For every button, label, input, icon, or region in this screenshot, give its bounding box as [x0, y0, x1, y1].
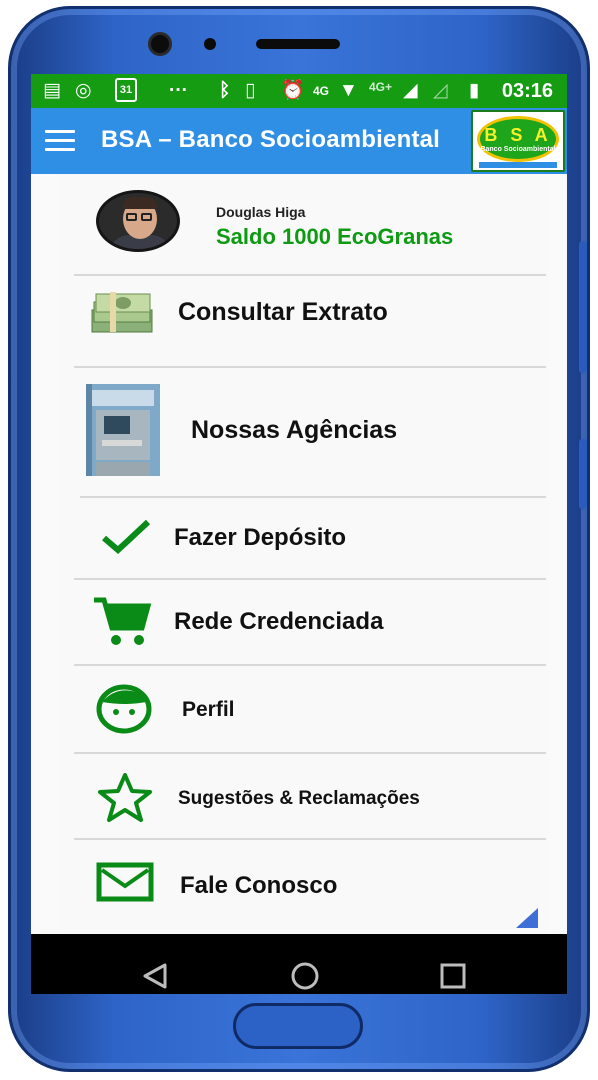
- battery-icon: ▮: [469, 80, 480, 101]
- recents-icon[interactable]: [439, 962, 467, 990]
- user-name: Douglas Higa: [216, 204, 306, 220]
- earpiece-speaker: [256, 39, 340, 49]
- money-icon: [91, 292, 153, 333]
- back-icon[interactable]: [141, 962, 169, 990]
- bluetooth-icon: ᛒ: [219, 80, 231, 101]
- vibrate-icon: ▯: [245, 80, 256, 101]
- app-bar: BSA – Banco Socioambiental B S A Banco S…: [31, 108, 567, 174]
- home-button[interactable]: [233, 1003, 363, 1049]
- face-icon: [96, 684, 152, 734]
- whatsapp-icon: ◎: [75, 80, 92, 101]
- proximity-sensor: [204, 38, 216, 50]
- atm-icon: [86, 384, 160, 476]
- app-title: BSA – Banco Socioambiental: [101, 126, 441, 153]
- signal-2-icon: ◿: [433, 80, 448, 101]
- avatar[interactable]: [96, 190, 180, 252]
- mail-icon: [96, 862, 154, 902]
- alarm-icon: ⏰: [281, 80, 305, 101]
- notes-icon: ▤: [43, 80, 61, 101]
- menu-label-statement: Consultar Extrato: [178, 298, 388, 326]
- menu-item-profile[interactable]: Perfil: [58, 666, 548, 752]
- calendar-icon: 31: [115, 78, 137, 102]
- menu-label-contact: Fale Conosco: [180, 872, 338, 899]
- more-icon: ···: [169, 80, 188, 101]
- menu-icon[interactable]: [45, 130, 75, 152]
- wifi-icon: ▼: [339, 80, 358, 101]
- front-camera: [148, 32, 172, 56]
- bsa-logo: B S A Banco Socioambiental: [471, 110, 565, 172]
- check-icon: [102, 519, 151, 555]
- menu-item-statement[interactable]: Consultar Extrato: [58, 276, 548, 366]
- menu-item-agencies[interactable]: Nossas Agências: [58, 368, 548, 496]
- menu-label-agencies: Nossas Agências: [191, 416, 398, 444]
- signal-4g-icon: 4G+: [369, 80, 393, 94]
- navigation-drawer: Douglas Higa Saldo 1000 EcoGranas Consul…: [58, 174, 548, 986]
- menu-label-profile: Perfil: [182, 698, 235, 721]
- menu-item-contact[interactable]: Fale Conosco: [58, 840, 548, 926]
- clock: 03:16: [501, 80, 553, 102]
- menu-label-network: Rede Credenciada: [174, 608, 384, 635]
- menu-item-network[interactable]: Rede Credenciada: [58, 580, 548, 664]
- navigation-bar: [31, 934, 567, 994]
- star-icon: [98, 773, 152, 822]
- menu-item-suggestions[interactable]: Sugestões & Reclamações: [58, 754, 548, 838]
- menu-label-deposit: Fazer Depósito: [174, 524, 347, 551]
- balance-label: Saldo 1000 EcoGranas: [216, 224, 454, 249]
- power-button: [579, 439, 587, 509]
- menu-item-deposit[interactable]: Fazer Depósito: [58, 498, 548, 578]
- phone-screen: ▤ ◎ 31 ··· ᛒ ▯ ⏰ 4G ▼ 4G+ ◢ ◿ ▮ 03:16 BS…: [31, 74, 567, 994]
- menu-label-suggestions: Sugestões & Reclamações: [178, 788, 420, 809]
- volte-icon: 4G: [313, 84, 330, 98]
- shopping-cart-icon: [94, 597, 152, 645]
- status-bar: ▤ ◎ 31 ··· ᛒ ▯ ⏰ 4G ▼ 4G+ ◢ ◿ ▮ 03:16: [31, 74, 567, 108]
- home-nav-icon[interactable]: [289, 960, 321, 992]
- volume-button: [579, 241, 587, 373]
- signal-icon: ◢: [403, 80, 418, 101]
- corner-fold: [516, 908, 538, 928]
